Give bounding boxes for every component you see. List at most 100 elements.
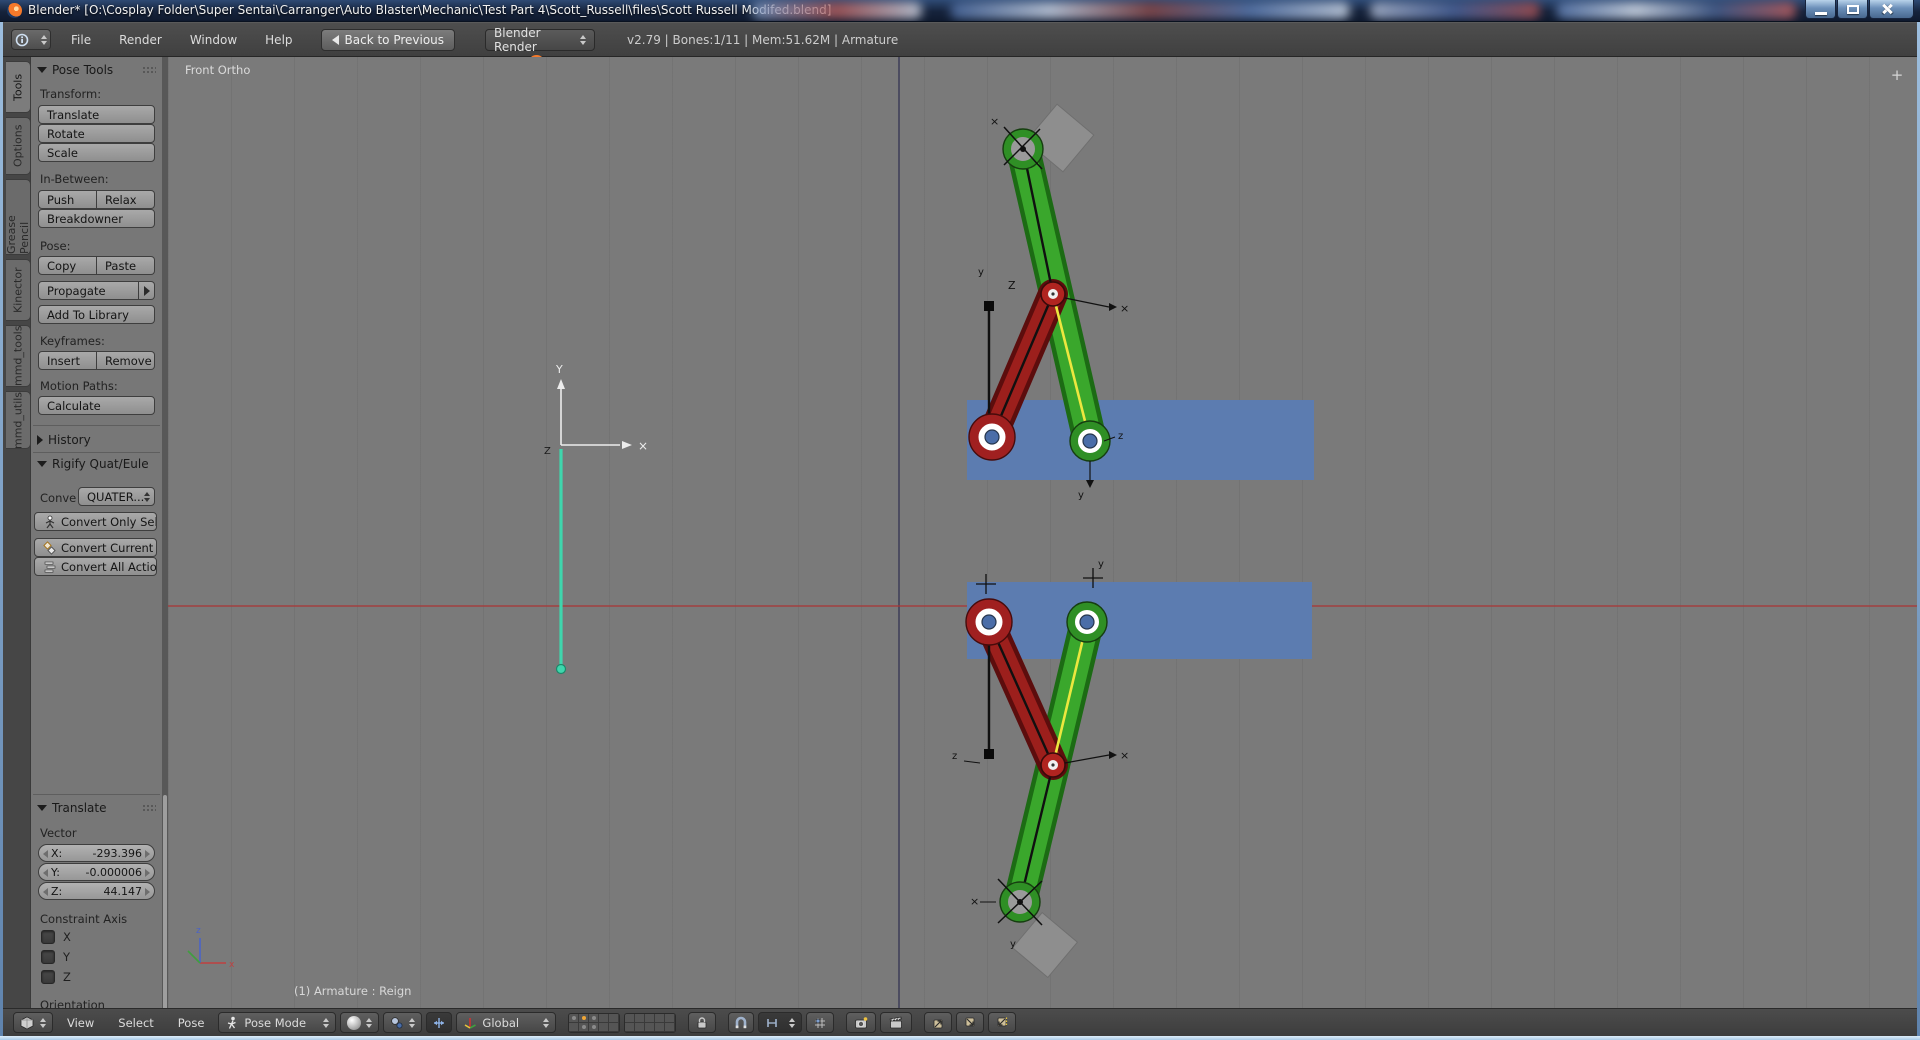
paste-flipped-pose-button-header[interactable] (988, 1012, 1017, 1033)
convert-all-actions-button[interactable]: Convert All Actions (34, 557, 157, 576)
collapsed-icon (37, 435, 43, 445)
vector-z-slider[interactable]: Z: 44.147 (38, 882, 155, 900)
manipulator-toggle[interactable] (426, 1012, 453, 1033)
viewport-shading-sphere-icon (347, 1015, 362, 1030)
panel-drag-dots[interactable] (142, 66, 156, 74)
convert-only-selected-button[interactable]: Convert Only Sele... (34, 512, 157, 531)
slider-left-arrow[interactable] (43, 869, 48, 877)
pose-tools-panel-header[interactable]: Pose Tools (37, 62, 156, 78)
slider-left-arrow[interactable] (43, 850, 48, 858)
translate-operator-panel-header[interactable]: Translate (37, 800, 156, 816)
viewport-3d[interactable]: × Z y × z y y z × × y Y × Z x z Front Or… (168, 57, 1917, 1008)
snap-magnet-icon (736, 1016, 747, 1028)
vector-y-slider[interactable]: Y: -0.000006 (38, 863, 155, 881)
rotate-button[interactable]: Rotate (38, 124, 155, 143)
constraint-axis-label: Constraint Axis (40, 912, 128, 926)
menu-render[interactable]: Render (105, 23, 176, 56)
tab-options[interactable]: Options (6, 117, 31, 175)
lock-to-scene-button[interactable] (688, 1012, 717, 1033)
censored-blob (1556, 2, 1796, 19)
history-panel-header[interactable]: History (37, 432, 156, 448)
panel-drag-dots[interactable] (142, 804, 156, 812)
slider-block-lower[interactable] (967, 582, 1312, 659)
back-icon (331, 34, 339, 45)
chevron-updown-icon (40, 1017, 46, 1028)
copy-pose-button[interactable]: Copy (38, 256, 97, 275)
render-anim-button[interactable] (880, 1012, 913, 1033)
rigify-panel-header[interactable]: Rigify Quat/Euler Co (37, 456, 156, 472)
tab-mmd-tools[interactable]: mmd_tools (6, 325, 31, 387)
maximize-button[interactable] (1837, 0, 1868, 19)
tool-shelf-tabs: Tools Options Grease Pencil Kinector mmd… (3, 57, 31, 1008)
menu-view[interactable]: View (57, 1016, 104, 1030)
chevron-updown-icon (409, 1017, 416, 1028)
remove-keyframe-button[interactable]: Remove (97, 351, 155, 370)
proportional-edit-selector[interactable] (758, 1012, 803, 1033)
joint-mid-upper[interactable] (1040, 281, 1066, 307)
back-to-previous-button[interactable]: Back to Previous (320, 28, 456, 51)
viewport-shading-selector[interactable] (340, 1012, 380, 1033)
shelf-scrollbar-thumb[interactable] (163, 795, 167, 1013)
propagate-menu-button[interactable] (139, 281, 155, 300)
calculate-button[interactable]: Calculate (38, 396, 155, 415)
mode-selector[interactable]: Pose Mode (218, 1012, 337, 1033)
insert-keyframe-button[interactable]: Insert (38, 351, 97, 370)
scale-button[interactable]: Scale (38, 143, 155, 162)
pivot-point-selector[interactable] (383, 1012, 423, 1033)
convert-current-action-button[interactable]: Convert Current A... (34, 538, 157, 557)
stick-root-lower[interactable] (984, 749, 994, 759)
paste-pose-icon (966, 1017, 975, 1026)
checkbox-y[interactable] (41, 950, 55, 964)
render-opengl-button[interactable] (846, 1012, 877, 1033)
relax-button[interactable]: Relax (97, 190, 155, 209)
slider-block-upper[interactable] (967, 400, 1314, 480)
transform-orientation-selector[interactable]: Global (456, 1012, 557, 1033)
copy-pose-button-header[interactable] (924, 1012, 953, 1033)
editor-type-selector-3dview[interactable] (13, 1012, 53, 1033)
translate-button[interactable]: Translate (38, 105, 155, 124)
menu-file[interactable]: File (57, 23, 105, 56)
root-bone-stick[interactable] (555, 449, 567, 675)
minimize-button[interactable] (1805, 0, 1836, 19)
render-engine-selector[interactable]: Blender Render (485, 26, 596, 54)
snap-toggle[interactable] (728, 1012, 755, 1033)
properties-region-plus-button[interactable]: + (1887, 65, 1907, 85)
menu-window[interactable]: Window (176, 23, 251, 56)
tab-tools[interactable]: Tools (6, 61, 31, 113)
paste-pose-button[interactable]: Paste (97, 256, 155, 275)
paste-pose-button-header[interactable] (956, 1012, 985, 1033)
slider-left-arrow[interactable] (43, 888, 48, 896)
checkbox-z[interactable] (41, 970, 55, 984)
chevron-updown-icon (144, 491, 151, 502)
push-button[interactable]: Push (38, 190, 97, 209)
menu-pose[interactable]: Pose (168, 1016, 215, 1030)
axis-letter: Z (1008, 279, 1016, 292)
proportional-edit-icon (767, 1018, 778, 1027)
editor-type-selector[interactable] (11, 29, 51, 50)
button-label: Convert All Actions (61, 559, 157, 574)
layers-grid-1[interactable] (568, 1012, 621, 1033)
menu-select[interactable]: Select (108, 1016, 163, 1030)
breakdowner-button[interactable]: Breakdowner (38, 209, 155, 228)
tab-kinector[interactable]: Kinector (6, 259, 31, 321)
vector-x-slider[interactable]: X: -293.396 (38, 844, 155, 862)
slider-right-arrow[interactable] (145, 850, 150, 858)
joint-mid-lower[interactable] (1040, 752, 1066, 778)
snap-element-selector[interactable] (806, 1012, 835, 1033)
propagate-button[interactable]: Propagate (38, 281, 139, 300)
checkbox-x[interactable] (41, 930, 55, 944)
tab-mmd-utils[interactable]: mmd_utils (6, 391, 31, 449)
slider-right-arrow[interactable] (145, 869, 150, 877)
stick-root-upper[interactable] (984, 301, 994, 311)
constraint-z-row: Z (41, 970, 71, 984)
slider-right-arrow[interactable] (145, 888, 150, 896)
close-button[interactable] (1869, 0, 1914, 19)
convert-mode-value: QUATER... (87, 489, 145, 504)
translate-manipulator[interactable] (557, 379, 632, 449)
menu-help[interactable]: Help (251, 23, 306, 56)
add-to-library-button[interactable]: Add To Library (38, 305, 155, 324)
layers-grid-2[interactable] (624, 1012, 677, 1033)
convert-mode-dropdown[interactable]: QUATER... (78, 487, 155, 506)
tab-grease-pencil[interactable]: Grease Pencil (5, 179, 31, 255)
orientation-label: Orientation (40, 998, 105, 1008)
